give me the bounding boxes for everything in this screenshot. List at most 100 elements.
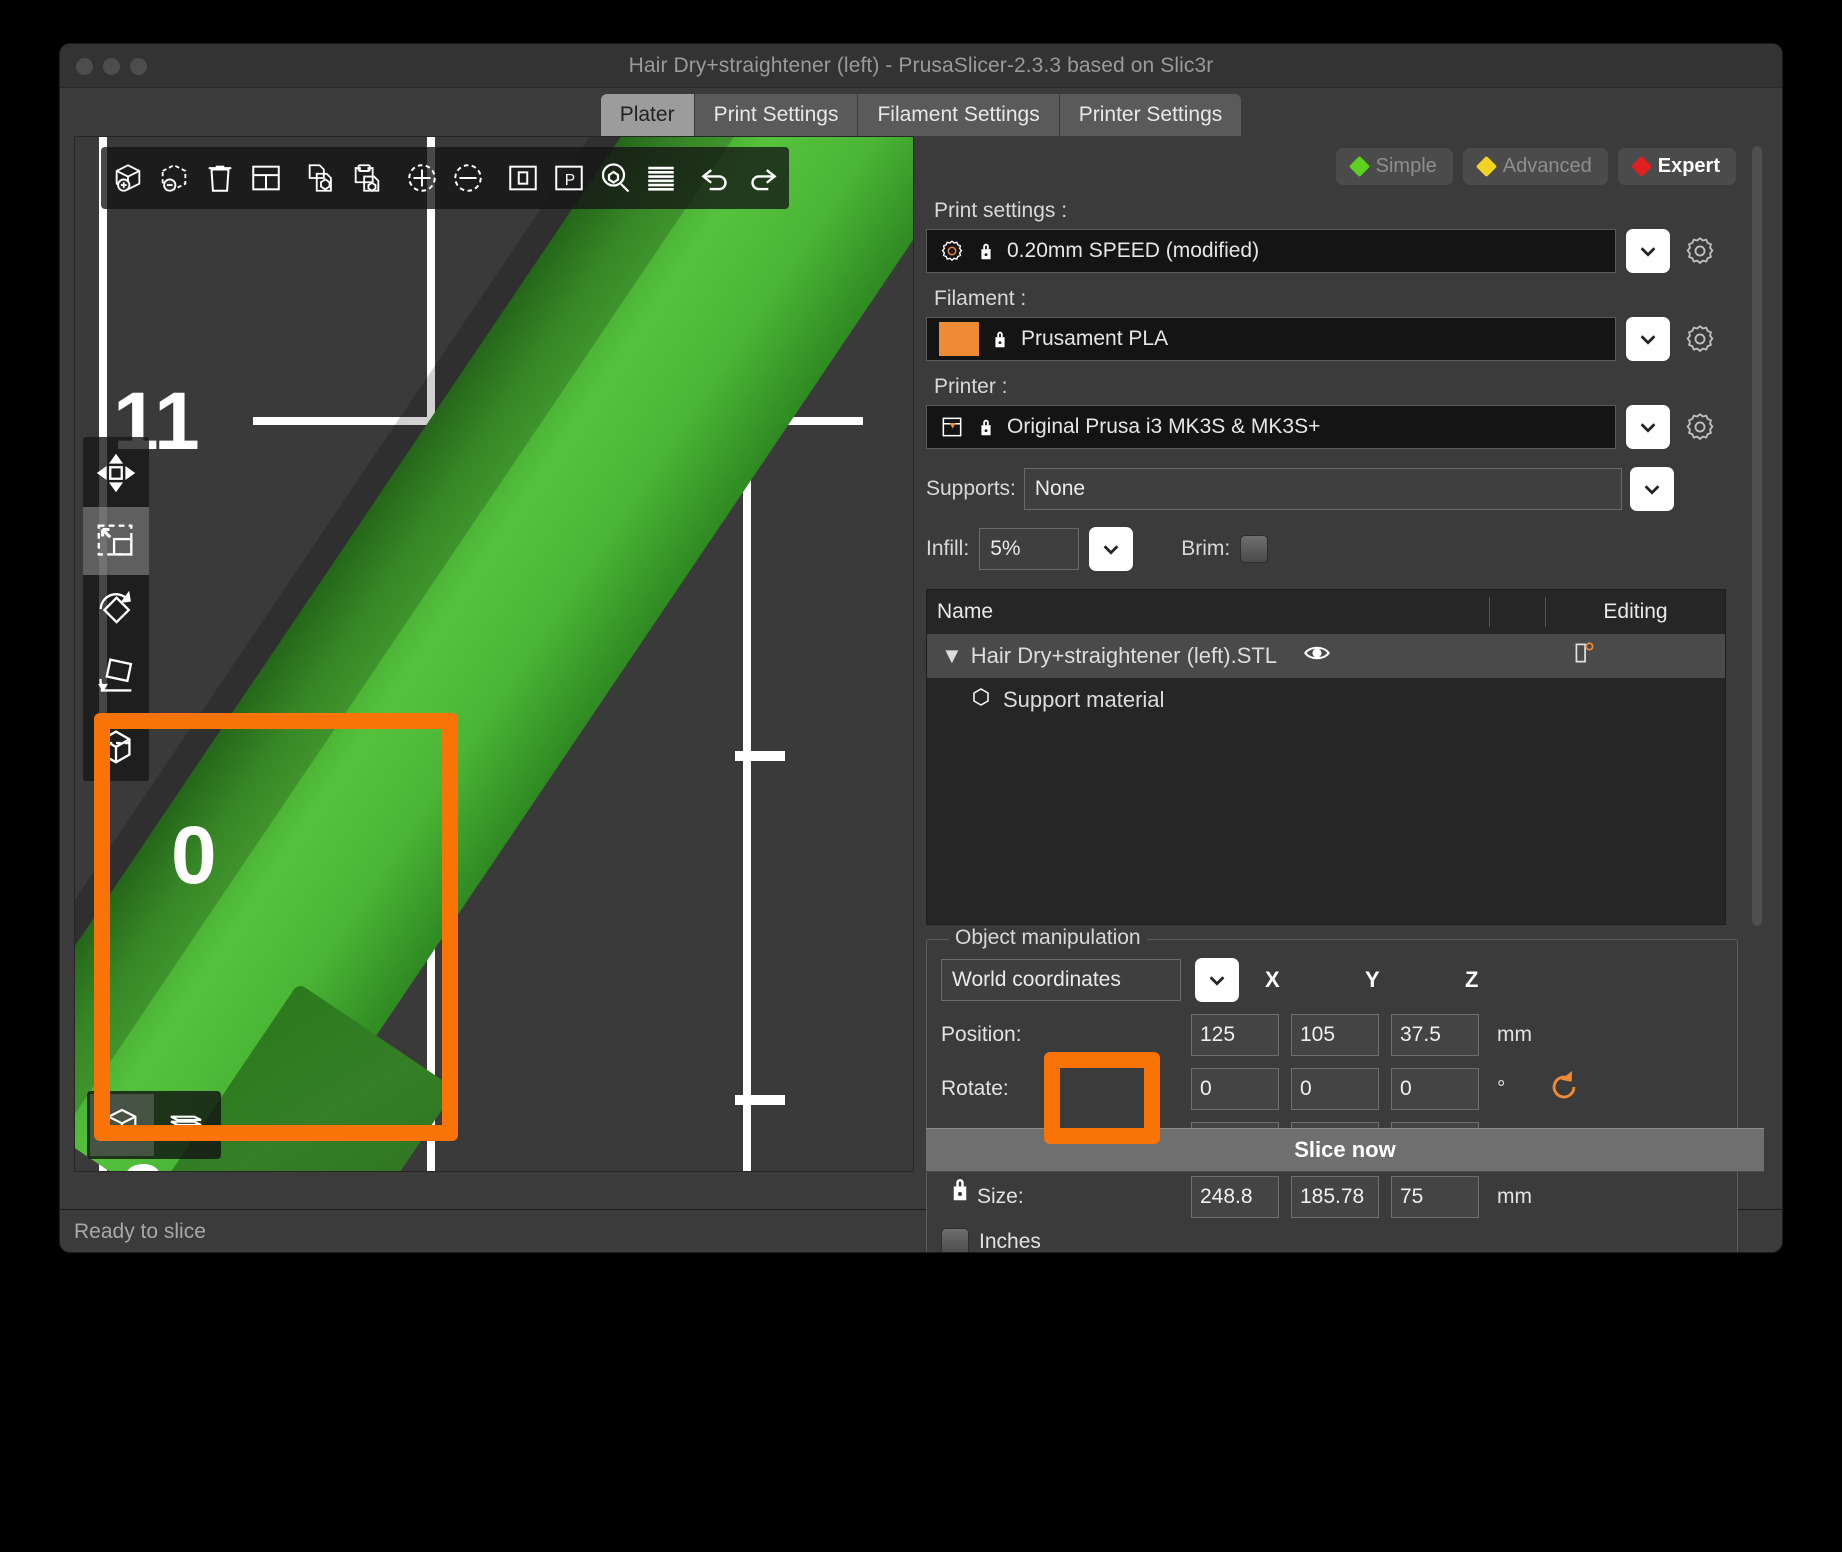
infill-select[interactable]: 5% [979, 528, 1080, 570]
size-x-input[interactable]: 248.8 [1191, 1176, 1279, 1218]
infill-dropdown-button[interactable] [1089, 527, 1134, 571]
filament-value: Prusament PLA [1021, 327, 1169, 350]
size-row: Size: 248.8 185.78 75 mm [941, 1176, 1723, 1218]
split-objects-icon[interactable] [500, 152, 546, 204]
bed-tick-1 [735, 751, 785, 761]
coordinate-system-select[interactable]: World coordinates [941, 959, 1181, 1001]
cut-icon[interactable] [83, 711, 149, 779]
delete-icon[interactable] [151, 152, 197, 204]
position-z-input[interactable]: 37.5 [1391, 1014, 1479, 1056]
rotate-z-input[interactable]: 0 [1391, 1068, 1479, 1110]
mode-button-simple[interactable]: Simple [1335, 148, 1453, 185]
inches-checkbox[interactable] [941, 1228, 969, 1252]
tab-print-settings[interactable]: Print Settings [694, 94, 859, 137]
coordinate-system-row: World coordinates X Y Z [941, 958, 1723, 1002]
expert-mode-dot-icon [1630, 155, 1652, 178]
title-bar: Hair Dry+straightener (left) - PrusaSlic… [60, 44, 1782, 88]
size-z-input[interactable]: 75 [1391, 1176, 1479, 1218]
filament-dropdown-button[interactable] [1626, 317, 1670, 361]
add-icon[interactable] [105, 152, 151, 204]
rotate-unit: ° [1497, 1077, 1506, 1100]
printer-combo[interactable]: Original Prusa i3 MK3S & MK3S+ [926, 405, 1616, 449]
filament-combo[interactable]: Prusament PLA [926, 317, 1616, 361]
undo-icon[interactable] [693, 152, 739, 204]
place-on-face-icon[interactable] [83, 643, 149, 711]
tab-plater[interactable]: Plater [600, 94, 695, 137]
lock-icon [981, 419, 991, 436]
support-material-label: Support material [1003, 687, 1165, 712]
gear-icon [1686, 237, 1714, 265]
copy-icon[interactable] [298, 152, 344, 204]
minimize-button[interactable] [103, 58, 120, 75]
print-settings-combo[interactable]: 0.20mm SPEED (modified) [926, 229, 1616, 273]
preview-view-icon[interactable] [154, 1094, 218, 1156]
scale-icon[interactable] [83, 507, 149, 575]
chevron-down-icon [1640, 247, 1656, 257]
remove-instance-icon[interactable] [445, 152, 491, 204]
redo-icon[interactable] [739, 152, 785, 204]
printer-edit-button[interactable] [1680, 407, 1720, 447]
mode-button-advanced[interactable]: Advanced [1462, 148, 1608, 185]
chevron-down-icon [1640, 335, 1656, 345]
object-manipulation-panel: Object manipulation World coordinates X … [926, 926, 1738, 1252]
print-settings-dropdown-button[interactable] [1626, 229, 1670, 273]
split-parts-icon[interactable]: P [546, 152, 592, 204]
position-y-input[interactable]: 105 [1291, 1014, 1379, 1056]
simple-mode-dot-icon [1348, 155, 1370, 178]
add-instance-icon[interactable] [399, 152, 445, 204]
rotate-label: Rotate: [941, 1077, 1009, 1100]
move-icon[interactable] [83, 439, 149, 507]
supports-label: Supports: [926, 477, 1016, 500]
chevron-down-icon [1103, 545, 1119, 555]
close-button[interactable] [76, 58, 93, 75]
axis-headers: X Y Z [1265, 967, 1565, 993]
expander-icon[interactable]: ▼ [941, 643, 963, 669]
tab-printer-settings[interactable]: Printer Settings [1059, 94, 1242, 137]
filament-edit-button[interactable] [1680, 319, 1720, 359]
table-row[interactable]: ▼ Hair Dry+straightener (left).STL [927, 634, 1725, 678]
slice-now-button[interactable]: Slice now [926, 1128, 1764, 1172]
eye-icon[interactable] [1303, 643, 1331, 669]
traffic-lights [76, 58, 147, 75]
3d-editor-view-icon[interactable] [90, 1094, 154, 1156]
position-row: Position: 125 105 37.5 mm [941, 1014, 1723, 1056]
supports-value: None [1034, 477, 1086, 500]
size-y-input[interactable]: 185.78 [1291, 1176, 1379, 1218]
zoom-button[interactable] [130, 58, 147, 75]
bed-number-0: 0 [171, 810, 217, 901]
mode-button-expert[interactable]: Expert [1617, 148, 1736, 185]
printer-dropdown-button[interactable] [1626, 405, 1670, 449]
rotate-x-input[interactable]: 0 [1191, 1068, 1279, 1110]
object-manipulation-title: Object manipulation [949, 926, 1147, 950]
position-x-input[interactable]: 125 [1191, 1014, 1279, 1056]
delete-all-icon[interactable] [197, 152, 243, 204]
filament-row: Prusament PLA [926, 317, 1764, 361]
chevron-down-icon [1644, 485, 1660, 495]
paste-icon[interactable] [344, 152, 390, 204]
arrange-icon[interactable] [243, 152, 289, 204]
brim-checkbox[interactable] [1240, 535, 1269, 563]
supports-row: Supports: None [926, 467, 1764, 511]
coordinate-system-dropdown-button[interactable] [1195, 958, 1239, 1002]
bed-tick-2 [735, 1095, 785, 1105]
list-item[interactable]: Support material [927, 678, 1725, 722]
object-name: Hair Dry+straightener (left).STL [970, 643, 1278, 668]
rotate-icon[interactable] [83, 575, 149, 643]
rotate-y-input[interactable]: 0 [1291, 1068, 1379, 1110]
supports-dropdown-button[interactable] [1629, 467, 1674, 511]
svg-text:P: P [565, 172, 575, 189]
app-window: Hair Dry+straightener (left) - PrusaSlic… [60, 44, 1782, 1252]
print-settings-value: 0.20mm SPEED (modified) [1007, 239, 1260, 262]
sidebar-scrollbar[interactable] [1752, 146, 1762, 926]
tab-filament-settings[interactable]: Filament Settings [858, 94, 1060, 137]
editing-icon[interactable] [1571, 640, 1597, 672]
3d-viewport[interactable]: 11 0 9 [74, 136, 914, 1172]
uniform-scale-lock-icon[interactable] [945, 1172, 975, 1211]
supports-select[interactable]: None [1023, 468, 1622, 510]
window-title: Hair Dry+straightener (left) - PrusaSlic… [628, 54, 1214, 77]
reset-rotation-icon[interactable] [1547, 1070, 1581, 1109]
right-sidebar: Simple Advanced Expert Print settings : [914, 136, 1764, 1252]
search-icon[interactable] [592, 152, 638, 204]
layers-icon[interactable] [638, 152, 684, 204]
print-settings-edit-button[interactable] [1680, 231, 1720, 271]
